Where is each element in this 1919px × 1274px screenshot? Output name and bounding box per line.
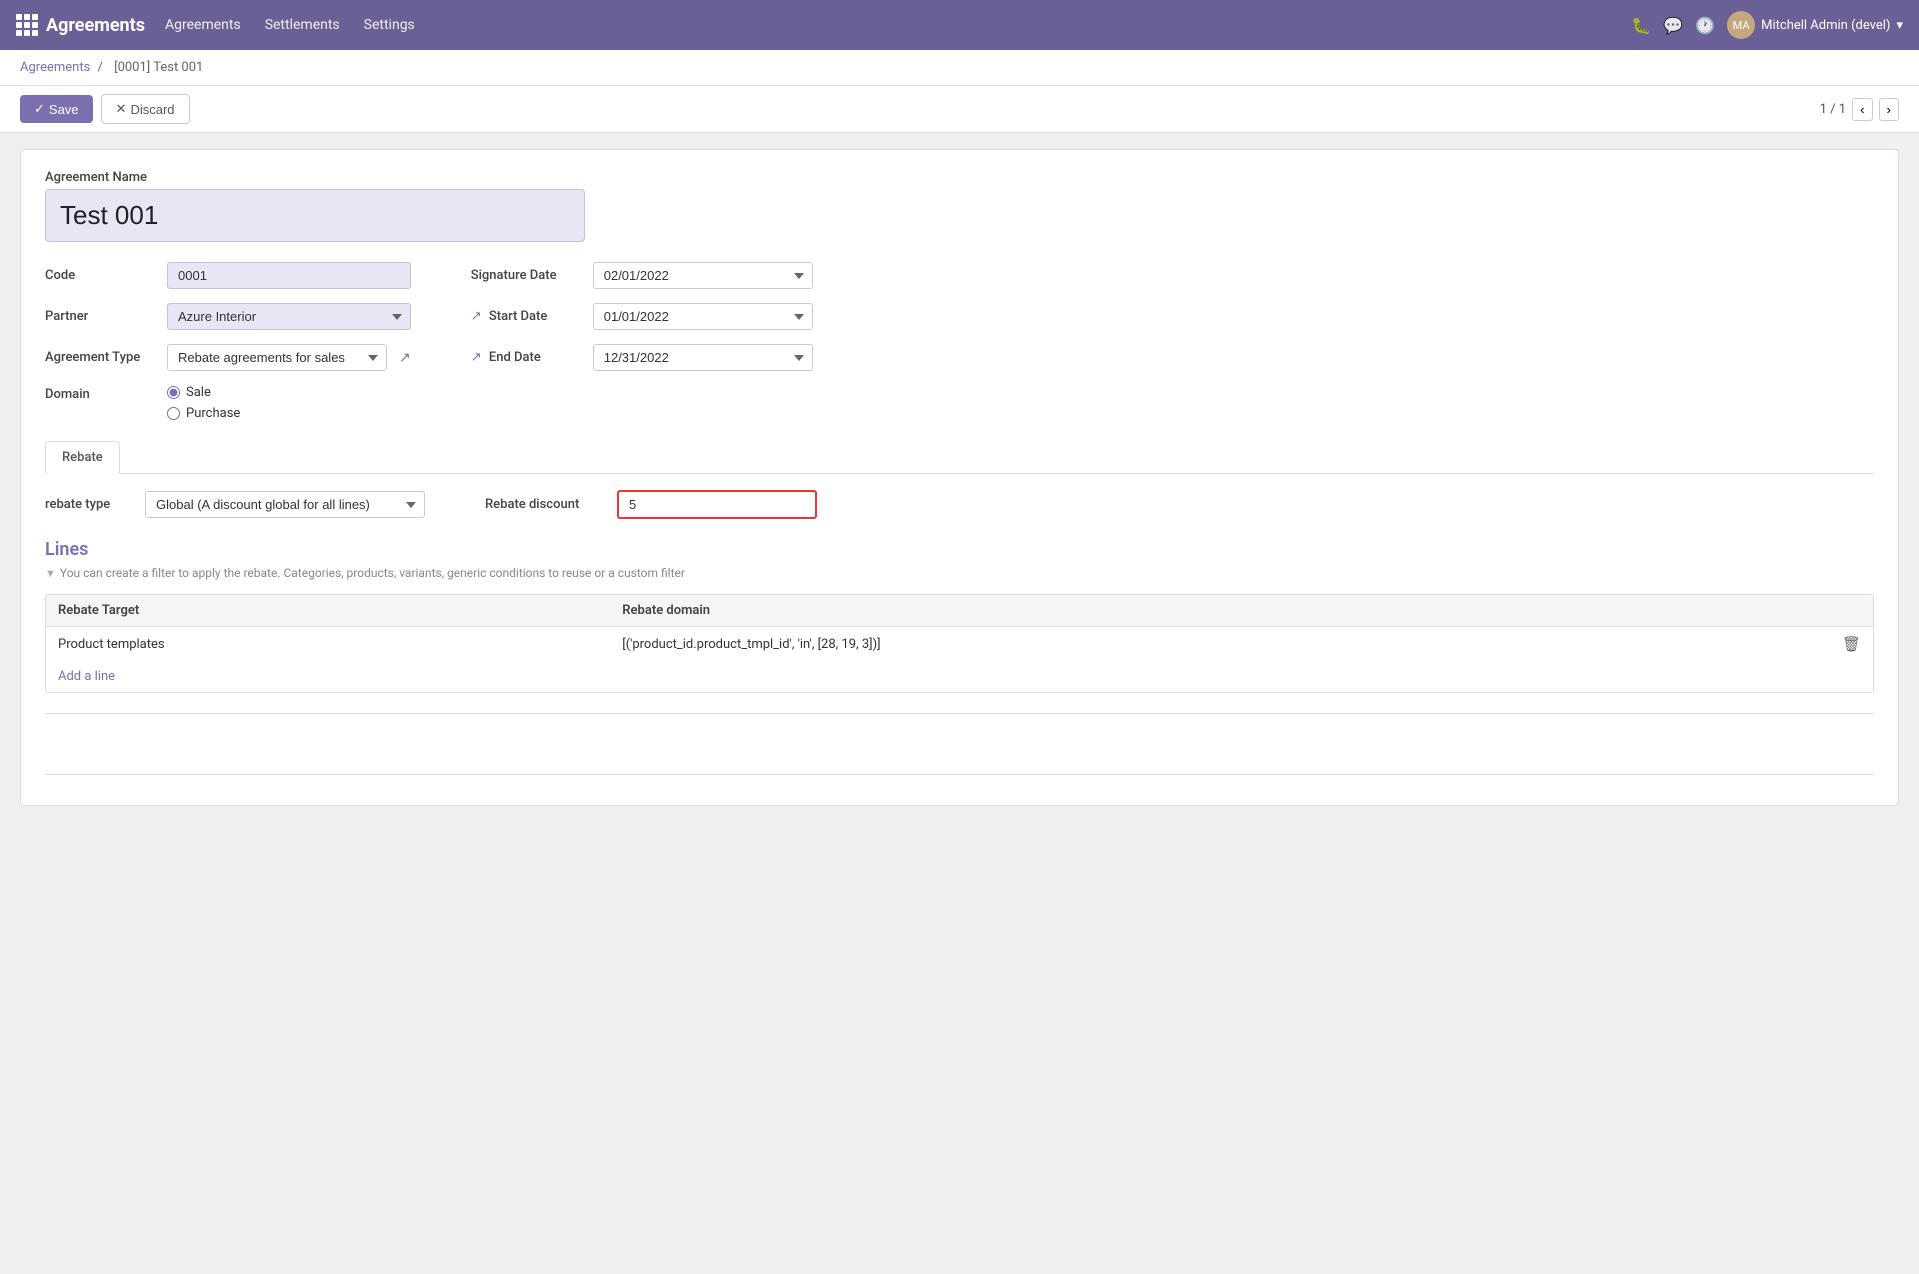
- agreement-type-external-link-icon[interactable]: ↗: [399, 350, 411, 366]
- start-date-external-link-icon: ↗: [471, 309, 482, 324]
- rebate-discount-label: Rebate discount: [485, 497, 605, 512]
- end-date-external-link-icon: ↗: [471, 350, 482, 365]
- rebate-section: rebate type Global (A discount global fo…: [45, 490, 1874, 775]
- app-logo[interactable]: Agreements: [16, 14, 145, 36]
- agreement-type-select[interactable]: Rebate agreements for sales: [167, 344, 387, 371]
- main-content: Agreement Name Code Partner Azure Interi…: [0, 133, 1919, 822]
- lines-table-container: Rebate Target Rebate domain Product temp…: [45, 594, 1874, 693]
- col-rebate-target: Rebate Target: [46, 595, 610, 627]
- agreement-type-label: Agreement Type: [45, 350, 155, 365]
- tab-rebate[interactable]: Rebate: [45, 441, 120, 474]
- code-label: Code: [45, 268, 155, 283]
- clock-icon[interactable]: 🕐: [1695, 16, 1715, 35]
- row-target-cell: Product templates: [46, 627, 610, 662]
- user-name: Mitchell Admin (devel): [1761, 18, 1890, 33]
- agreement-name-section: Agreement Name: [45, 170, 1874, 242]
- nav-agreements[interactable]: Agreements: [165, 17, 241, 33]
- avatar-text: MA: [1733, 19, 1750, 32]
- lines-section: Lines ▼ You can create a filter to apply…: [45, 539, 1874, 775]
- pagination-text: 1 / 1: [1820, 102, 1846, 117]
- domain-purchase-radio[interactable]: [167, 407, 180, 420]
- pagination-prev[interactable]: ‹: [1852, 98, 1872, 121]
- nav-links: Agreements Settlements Settings: [165, 17, 1611, 33]
- divider-1: [45, 713, 1874, 714]
- save-button[interactable]: ✓ Save: [20, 95, 93, 123]
- topnav-right: 🐛 💬 🕐 MA Mitchell Admin (devel) ▾: [1631, 11, 1903, 39]
- agreement-name-input[interactable]: [45, 189, 585, 242]
- rebate-discount-input[interactable]: [617, 490, 817, 519]
- top-navigation: Agreements Agreements Settlements Settin…: [0, 0, 1919, 50]
- domain-label: Domain: [45, 387, 155, 402]
- table-header-row: Rebate Target Rebate domain: [46, 595, 1873, 627]
- delete-row-icon[interactable]: 🗑: [1842, 635, 1861, 653]
- divider-2: [45, 774, 1874, 775]
- nav-settlements[interactable]: Settlements: [265, 17, 340, 33]
- filter-icon: ▼: [45, 567, 56, 580]
- user-menu[interactable]: MA Mitchell Admin (devel) ▾: [1727, 11, 1903, 39]
- breadcrumb-separator: /: [98, 60, 107, 75]
- chat-icon[interactable]: 💬: [1663, 16, 1683, 35]
- start-date-select[interactable]: 01/01/2022: [593, 303, 813, 330]
- avatar: MA: [1727, 11, 1755, 39]
- form-left: Code Partner Azure Interior Agreement Ty…: [45, 262, 411, 421]
- checkmark-icon: ✓: [34, 101, 45, 117]
- domain-row: Domain Sale Purchase: [45, 385, 411, 421]
- row-delete-cell[interactable]: 🗑: [1830, 627, 1873, 662]
- lines-table: Rebate Target Rebate domain Product temp…: [46, 595, 1873, 661]
- rebate-type-select[interactable]: Global (A discount global for all lines): [145, 491, 425, 518]
- domain-sale-option[interactable]: Sale: [167, 385, 240, 400]
- breadcrumb-current: [0001] Test 001: [114, 60, 203, 75]
- lines-title: Lines: [45, 539, 1874, 560]
- domain-purchase-option[interactable]: Purchase: [167, 406, 240, 421]
- domain-sale-label: Sale: [186, 385, 211, 400]
- pagination-next[interactable]: ›: [1879, 98, 1899, 121]
- signature-date-label: Signature Date: [471, 268, 581, 283]
- app-title: Agreements: [46, 15, 145, 36]
- pagination: 1 / 1 ‹ ›: [1820, 98, 1899, 121]
- lines-info: ▼ You can create a filter to apply the r…: [45, 566, 1874, 580]
- table-row: Product templates [('product_id.product_…: [46, 627, 1873, 662]
- domain-radio-group: Sale Purchase: [167, 385, 240, 421]
- domain-sale-radio[interactable]: [167, 386, 180, 399]
- rebate-type-row: rebate type Global (A discount global fo…: [45, 490, 1874, 519]
- close-icon: ✕: [116, 101, 127, 117]
- start-date-label: ↗ Start Date: [471, 309, 581, 324]
- signature-date-select[interactable]: 02/01/2022: [593, 262, 813, 289]
- tabs-section: Rebate: [45, 441, 1874, 474]
- agreement-name-label: Agreement Name: [45, 170, 1874, 185]
- start-date-row: ↗ Start Date 01/01/2022: [471, 303, 813, 330]
- rebate-type-label: rebate type: [45, 497, 125, 512]
- row-domain-cell: [('product_id.product_tmpl_id', 'in', [2…: [610, 627, 1830, 662]
- end-date-label: ↗ End Date: [471, 350, 581, 365]
- domain-purchase-label: Purchase: [186, 406, 240, 421]
- nav-settings[interactable]: Settings: [364, 17, 415, 33]
- form-card: Agreement Name Code Partner Azure Interi…: [20, 149, 1899, 806]
- add-line-link[interactable]: Add a line: [46, 661, 1873, 692]
- col-rebate-domain: Rebate domain: [610, 595, 1830, 627]
- code-input[interactable]: [167, 262, 411, 289]
- action-bar: ✓ Save ✕ Discard 1 / 1 ‹ ›: [0, 86, 1919, 133]
- discard-button[interactable]: ✕ Discard: [101, 94, 190, 124]
- form-right: Signature Date 02/01/2022 ↗ Start Date 0…: [471, 262, 813, 421]
- partner-label: Partner: [45, 309, 155, 324]
- user-dropdown-icon: ▾: [1896, 18, 1903, 33]
- agreement-type-row: Agreement Type Rebate agreements for sal…: [45, 344, 411, 371]
- end-date-select[interactable]: 12/31/2022: [593, 344, 813, 371]
- partner-select[interactable]: Azure Interior: [167, 303, 411, 330]
- breadcrumb: Agreements / [0001] Test 001: [0, 50, 1919, 86]
- grid-icon: [16, 14, 38, 36]
- debug-icon[interactable]: 🐛: [1631, 16, 1651, 35]
- partner-row: Partner Azure Interior: [45, 303, 411, 330]
- breadcrumb-parent[interactable]: Agreements: [20, 60, 90, 75]
- end-date-row: ↗ End Date 12/31/2022: [471, 344, 813, 371]
- signature-date-row: Signature Date 02/01/2022: [471, 262, 813, 289]
- code-row: Code: [45, 262, 411, 289]
